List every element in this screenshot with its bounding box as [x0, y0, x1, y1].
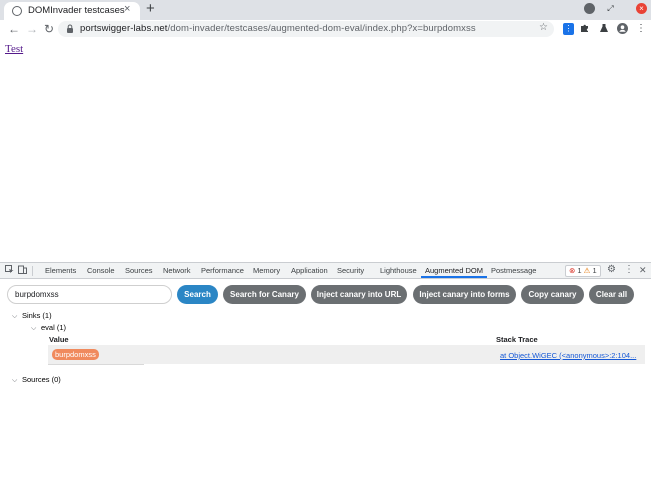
canary-value-badge: burpdomxss [52, 349, 99, 360]
lock-icon[interactable] [66, 24, 74, 35]
url-path: /dom-invader/testcases/augmented-dom-eva… [167, 23, 476, 34]
tab-application[interactable]: Application [291, 263, 328, 278]
reload-icon[interactable]: ↻ [44, 20, 54, 38]
flask-icon[interactable] [599, 23, 609, 35]
issues-counter[interactable]: ⊗ 1 ⚠ 1 [565, 265, 601, 277]
menu-icon[interactable]: ⋮ [636, 23, 646, 35]
tab-strip: DOMInvader testcases × + ⤢ × [0, 0, 651, 20]
forward-icon[interactable]: → [26, 20, 38, 38]
star-icon[interactable]: ☆ [539, 22, 548, 33]
devtools-panel: Elements Console Sources Network Perform… [0, 262, 651, 500]
new-tab-button[interactable]: + [146, 1, 155, 17]
error-count: 1 [577, 266, 582, 275]
window-restore-icon[interactable]: ⤢ [605, 3, 616, 14]
error-icon: ⊗ [569, 266, 576, 275]
caret-down-icon: ⌵ [12, 377, 18, 384]
caret-down-icon: ⌵ [12, 313, 18, 320]
tab-divider [32, 266, 33, 276]
extension-icon[interactable]: ⋮ [563, 23, 574, 35]
url-host: portswigger-labs.net [80, 23, 168, 34]
device-toolbar-icon[interactable] [18, 265, 27, 276]
inject-url-button[interactable]: Inject canary into URL [311, 285, 407, 304]
browser-toolbar: ← → ↻ portswigger-labs.net/dom-invader/t… [0, 20, 651, 38]
warning-icon: ⚠ [583, 266, 591, 275]
puzzle-icon[interactable] [580, 23, 590, 35]
browser-tab[interactable]: DOMInvader testcases × [4, 2, 140, 20]
caret-down-icon: ⌵ [31, 325, 37, 332]
inject-forms-button[interactable]: Inject canary into forms [413, 285, 516, 304]
sinks-node[interactable]: ⌵ Sinks (1) [12, 311, 52, 321]
eval-node[interactable]: ⌵ eval (1) [31, 323, 66, 333]
row-divider [48, 364, 144, 365]
stack-trace-column-header: Stack Trace [496, 335, 538, 344]
inspect-element-icon[interactable] [5, 265, 14, 276]
close-tab-icon[interactable]: × [124, 3, 130, 15]
tab-elements[interactable]: Elements [45, 263, 76, 278]
url-text[interactable]: portswigger-labs.net/dom-invader/testcas… [80, 23, 476, 34]
tab-performance[interactable]: Performance [201, 263, 244, 278]
tab-console[interactable]: Console [87, 263, 115, 278]
sources-node[interactable]: ⌵ Sources (0) [12, 375, 61, 385]
sinks-label: Sinks (1) [22, 311, 52, 320]
back-icon[interactable]: ← [8, 20, 20, 38]
canary-search-input[interactable] [7, 285, 172, 304]
profile-icon[interactable] [617, 23, 628, 35]
stack-trace-link[interactable]: at Object.WiGEC (<anonymous>:2:104... [500, 351, 636, 360]
tab-title: DOMInvader testcases [28, 5, 125, 16]
close-devtools-icon[interactable]: ✕ [639, 265, 647, 276]
tab-sources[interactable]: Sources [125, 263, 153, 278]
test-link[interactable]: Test [5, 43, 23, 55]
tab-augmented-dom[interactable]: Augmented DOM [421, 263, 487, 278]
tab-network[interactable]: Network [163, 263, 191, 278]
devtools-tab-bar: Elements Console Sources Network Perform… [0, 263, 651, 279]
search-canary-button[interactable]: Search for Canary [223, 285, 306, 304]
globe-icon [12, 6, 22, 16]
sources-label: Sources (0) [22, 375, 61, 384]
tab-lighthouse[interactable]: Lighthouse [380, 263, 417, 278]
value-column-header: Value [49, 335, 69, 344]
settings-gear-icon[interactable]: ⚙ [607, 264, 616, 275]
tab-security[interactable]: Security [337, 263, 364, 278]
eval-label: eval (1) [41, 323, 67, 332]
clear-all-button[interactable]: Clear all [589, 285, 634, 304]
window-close-icon[interactable]: × [636, 3, 647, 14]
window-dot-icon[interactable] [584, 3, 595, 14]
tab-postmessage[interactable]: Postmessage [491, 263, 536, 278]
copy-canary-button[interactable]: Copy canary [521, 285, 584, 304]
tab-memory[interactable]: Memory [253, 263, 280, 278]
address-bar[interactable]: portswigger-labs.net/dom-invader/testcas… [58, 21, 554, 37]
search-button[interactable]: Search [177, 285, 218, 304]
more-options-icon[interactable]: ⋮ [624, 264, 634, 275]
warning-count: 1 [592, 266, 597, 275]
